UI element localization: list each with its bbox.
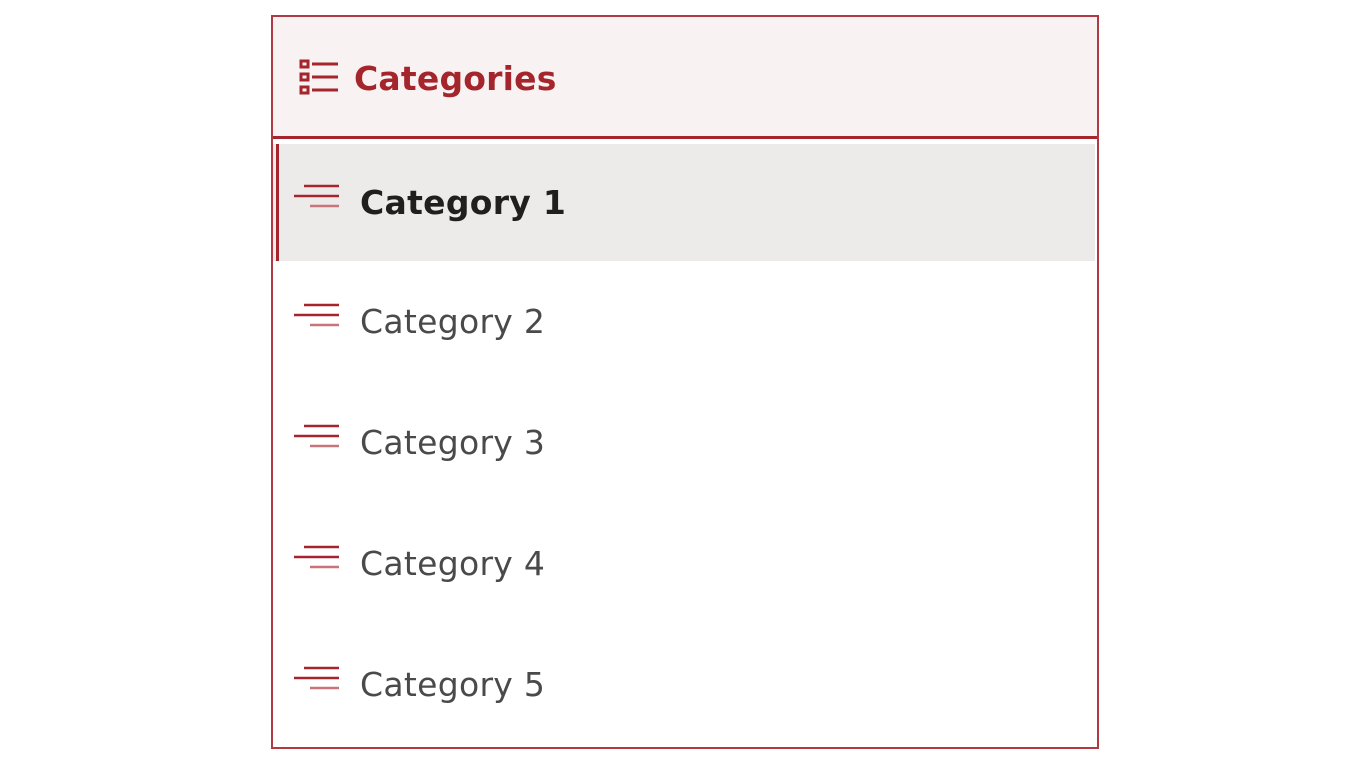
list-item-label: Category 1 (360, 183, 567, 222)
category-list: Category 1 Category 2 Category 3 Categor… (273, 139, 1097, 745)
list-item-label: Category 2 (360, 302, 546, 341)
lines-icon (294, 422, 342, 456)
lines-icon (294, 182, 342, 216)
list-item-label: Category 5 (360, 665, 546, 704)
panel-header: Categories (273, 17, 1097, 139)
list-item-category-3[interactable]: Category 3 (273, 382, 1097, 503)
category-list-icon (298, 58, 340, 96)
list-item-label: Category 4 (360, 544, 546, 583)
panel-title: Categories (354, 58, 557, 98)
list-item-category-5[interactable]: Category 5 (273, 624, 1097, 745)
list-item-category-1[interactable]: Category 1 (273, 144, 1095, 261)
lines-icon (294, 543, 342, 577)
categories-panel: Categories Category 1 Category 2 Categor… (271, 15, 1099, 749)
lines-icon (294, 664, 342, 698)
lines-icon (294, 301, 342, 335)
list-item-label: Category 3 (360, 423, 546, 462)
list-item-category-4[interactable]: Category 4 (273, 503, 1097, 624)
list-item-category-2[interactable]: Category 2 (273, 261, 1097, 382)
